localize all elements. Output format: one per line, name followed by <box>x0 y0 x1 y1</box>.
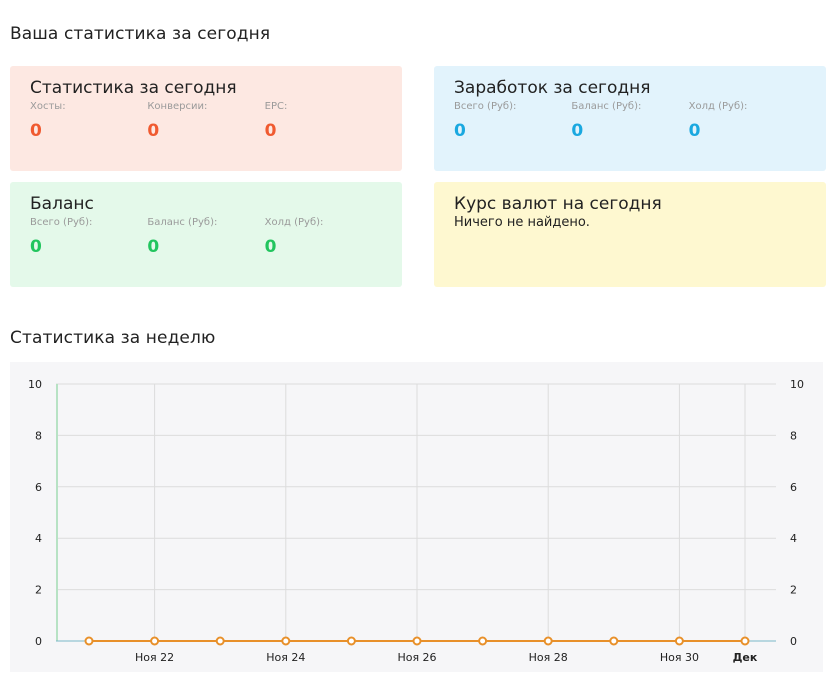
metric-label: Холд (Руб): <box>264 217 324 228</box>
data-point <box>84 636 94 646</box>
y-tick-label-left: 8 <box>35 429 42 442</box>
data-point <box>543 636 553 646</box>
metric-balance: Баланс (Руб): 0 <box>147 216 264 258</box>
stats-today-card: Статистика за сегодня Хосты: 0 Конверсии… <box>10 66 402 171</box>
y-tick-label-left: 2 <box>35 584 42 597</box>
metric-label: Всего (Руб): <box>30 217 93 228</box>
metric-hold: Холд (Руб): 0 <box>265 216 382 258</box>
metric-value: 0 <box>30 237 42 257</box>
y-tick-label-left: 4 <box>35 532 42 545</box>
data-point <box>674 636 684 646</box>
y-tick-label-right: 6 <box>790 481 797 494</box>
metric-hosts: Хосты: 0 <box>30 100 147 142</box>
metric-epc: EPC: 0 <box>265 100 382 142</box>
metric-value: 0 <box>147 237 160 257</box>
metric-label: EPC: <box>264 101 288 112</box>
week-stats-title: Статистика за неделю <box>10 328 216 348</box>
x-tick-label: Ноя 24 <box>266 651 305 664</box>
metric-value: 0 <box>30 121 42 141</box>
data-point <box>215 636 225 646</box>
data-point <box>609 636 619 646</box>
currency-card: Курс валют на сегодня Ничего не найдено. <box>434 182 826 287</box>
data-point <box>281 636 291 646</box>
metric-label: Конверсии: <box>147 101 208 112</box>
y-tick-label-left: 0 <box>35 635 42 648</box>
today-stats-title: Ваша статистика за сегодня <box>10 24 271 44</box>
currency-title: Курс валют на сегодня <box>454 194 662 214</box>
data-point <box>346 636 356 646</box>
y-tick-label-left: 10 <box>28 378 42 391</box>
x-tick-label: Ноя 22 <box>135 651 174 664</box>
metric-label: Холд (Руб): <box>688 101 748 112</box>
data-point <box>740 636 750 646</box>
metric-value: 0 <box>264 121 277 141</box>
earnings-today-card: Заработок за сегодня Всего (Руб): 0 Бала… <box>434 66 826 171</box>
metric-label: Всего (Руб): <box>454 101 517 112</box>
y-tick-label-right: 0 <box>790 635 797 648</box>
metric-balance: Баланс (Руб): 0 <box>571 100 688 142</box>
weekly-chart-panel: 0 0 2 2 4 4 6 6 8 8 10 10 Ноя 22 Ноя 24 Ноя 26 Ноя 28 Но… <box>10 362 823 672</box>
metric-total: Всего (Руб): 0 <box>30 216 147 258</box>
earnings-today-title: Заработок за сегодня <box>454 78 651 98</box>
balance-title: Баланс <box>30 194 94 214</box>
data-point <box>150 636 160 646</box>
metric-label: Баланс (Руб): <box>571 101 642 112</box>
metric-value: 0 <box>147 121 160 141</box>
metric-conversions: Конверсии: 0 <box>147 100 264 142</box>
currency-empty-text: Ничего не найдено. <box>454 215 590 230</box>
y-tick-label-right: 10 <box>790 378 804 391</box>
y-tick-label-right: 8 <box>790 429 797 442</box>
metric-hold: Холд (Руб): 0 <box>689 100 806 142</box>
stats-today-title: Статистика за сегодня <box>30 78 237 98</box>
metric-value: 0 <box>571 121 584 141</box>
x-tick-label: Ноя 30 <box>660 651 699 664</box>
metric-value: 0 <box>454 121 466 141</box>
metric-total: Всего (Руб): 0 <box>454 100 571 142</box>
data-point <box>478 636 488 646</box>
y-tick-label-right: 4 <box>790 532 797 545</box>
metric-value: 0 <box>264 237 277 257</box>
metric-label: Баланс (Руб): <box>147 217 218 228</box>
weekly-chart: 0 0 2 2 4 4 6 6 8 8 10 10 Ноя 22 Ноя 24 Ноя 26 Ноя 28 Но… <box>28 378 804 664</box>
metric-label: Хосты: <box>30 101 66 112</box>
y-tick-label-right: 2 <box>790 584 797 597</box>
x-tick-label: Дек <box>733 651 758 664</box>
x-tick-label: Ноя 26 <box>397 651 436 664</box>
y-tick-label-left: 6 <box>35 481 42 494</box>
data-point <box>412 636 422 646</box>
axis-bar <box>56 384 58 641</box>
metric-value: 0 <box>688 121 701 141</box>
x-tick-label: Ноя 28 <box>529 651 568 664</box>
balance-card: Баланс Всего (Руб): 0 Баланс (Руб): 0 Хо… <box>10 182 402 287</box>
